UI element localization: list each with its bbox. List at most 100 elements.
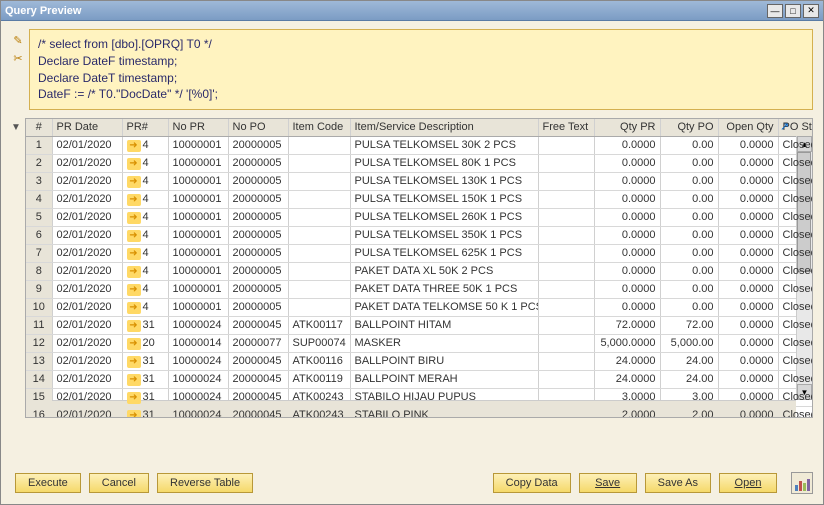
table-row[interactable]: 302/01/2020➜41000000120000005PULSA TELKO… bbox=[26, 172, 813, 190]
table-row[interactable]: 102/01/2020➜41000000120000005PULSA TELKO… bbox=[26, 136, 813, 154]
table-row[interactable]: 1102/01/2020➜311000002420000045ATK00117B… bbox=[26, 316, 813, 334]
tools-icon[interactable]: ✂ bbox=[11, 51, 25, 65]
row-num: 14 bbox=[26, 370, 52, 388]
cell-pr: ➜31 bbox=[122, 370, 168, 388]
cell-nopr: 10000014 bbox=[168, 334, 228, 352]
cell-qpo: 0.00 bbox=[660, 208, 718, 226]
cell-free bbox=[538, 136, 594, 154]
cell-pr: ➜4 bbox=[122, 244, 168, 262]
table-row[interactable]: 902/01/2020➜41000000120000005PAKET DATA … bbox=[26, 280, 813, 298]
link-arrow-icon[interactable]: ➜ bbox=[127, 284, 141, 296]
cell-free bbox=[538, 298, 594, 316]
link-arrow-icon[interactable]: ➜ bbox=[127, 374, 141, 386]
cell-qpr: 0.0000 bbox=[594, 154, 660, 172]
cell-item: ATK00116 bbox=[288, 352, 350, 370]
link-arrow-icon[interactable]: ➜ bbox=[127, 410, 141, 419]
cell-date: 02/01/2020 bbox=[52, 406, 122, 418]
link-arrow-icon[interactable]: ➜ bbox=[127, 320, 141, 332]
pencil-edit-icon[interactable]: ✎ bbox=[11, 33, 25, 47]
table-row[interactable]: 502/01/2020➜41000000120000005PULSA TELKO… bbox=[26, 208, 813, 226]
row-num: 10 bbox=[26, 298, 52, 316]
minimize-button[interactable]: — bbox=[767, 4, 783, 18]
save-button[interactable]: Save bbox=[579, 473, 637, 493]
table-row[interactable]: 402/01/2020➜41000000120000005PULSA TELKO… bbox=[26, 190, 813, 208]
col-nopo[interactable]: No PO bbox=[228, 119, 288, 136]
cell-open: 0.0000 bbox=[718, 154, 778, 172]
link-arrow-icon[interactable]: ➜ bbox=[127, 248, 141, 260]
cell-nopr: 10000001 bbox=[168, 208, 228, 226]
cell-nopo: 20000045 bbox=[228, 406, 288, 418]
col-item[interactable]: Item Code bbox=[288, 119, 350, 136]
link-arrow-icon[interactable]: ➜ bbox=[127, 158, 141, 170]
window-title: Query Preview bbox=[5, 5, 767, 17]
col-free[interactable]: Free Text bbox=[538, 119, 594, 136]
cell-nopr: 10000024 bbox=[168, 406, 228, 418]
cell-open: 0.0000 bbox=[718, 262, 778, 280]
cancel-button[interactable]: Cancel bbox=[89, 473, 149, 493]
link-arrow-icon[interactable]: ➜ bbox=[127, 194, 141, 206]
maximize-button[interactable]: □ bbox=[785, 4, 801, 18]
cell-item bbox=[288, 262, 350, 280]
col-qpo[interactable]: Qty PO bbox=[660, 119, 718, 136]
reverse-table-button[interactable]: Reverse Table bbox=[157, 473, 253, 493]
link-arrow-icon[interactable]: ➜ bbox=[127, 212, 141, 224]
cell-qpr: 5,000.0000 bbox=[594, 334, 660, 352]
cell-free bbox=[538, 154, 594, 172]
link-arrow-icon[interactable]: ➜ bbox=[127, 356, 141, 368]
cell-nopr: 10000001 bbox=[168, 154, 228, 172]
cell-pr: ➜4 bbox=[122, 226, 168, 244]
save-as-button[interactable]: Save As bbox=[645, 473, 711, 493]
col-nopr[interactable]: No PR bbox=[168, 119, 228, 136]
link-arrow-icon[interactable]: ➜ bbox=[127, 266, 141, 278]
cell-qpo: 2.00 bbox=[660, 406, 718, 418]
cell-nopr: 10000024 bbox=[168, 316, 228, 334]
col-open[interactable]: Open Qty bbox=[718, 119, 778, 136]
table-row[interactable]: 202/01/2020➜41000000120000005PULSA TELKO… bbox=[26, 154, 813, 172]
copy-data-button[interactable]: Copy Data bbox=[493, 473, 571, 493]
cell-free bbox=[538, 406, 594, 418]
cell-open: 0.0000 bbox=[718, 334, 778, 352]
cell-nopr: 10000001 bbox=[168, 244, 228, 262]
collapse-toggle-icon[interactable]: ▼ bbox=[11, 118, 23, 418]
table-row[interactable]: 1402/01/2020➜311000002420000045ATK00119B… bbox=[26, 370, 813, 388]
cell-free bbox=[538, 280, 594, 298]
expand-icon[interactable]: ↗ bbox=[780, 120, 794, 134]
col-desc[interactable]: Item/Service Description bbox=[350, 119, 538, 136]
cell-nopo: 20000005 bbox=[228, 262, 288, 280]
open-button[interactable]: Open bbox=[719, 473, 777, 493]
cell-status: Closed bbox=[778, 154, 813, 172]
cell-item: ATK00243 bbox=[288, 388, 350, 406]
table-row[interactable]: 1202/01/2020➜201000001420000077SUP00074M… bbox=[26, 334, 813, 352]
cell-date: 02/01/2020 bbox=[52, 154, 122, 172]
col-prnum[interactable]: PR# bbox=[122, 119, 168, 136]
table-row[interactable]: 1602/01/2020➜311000002420000045ATK00243S… bbox=[26, 406, 813, 418]
cell-nopo: 20000045 bbox=[228, 388, 288, 406]
cell-qpr: 0.0000 bbox=[594, 262, 660, 280]
cell-qpo: 0.00 bbox=[660, 154, 718, 172]
cell-item bbox=[288, 208, 350, 226]
table-row[interactable]: 1302/01/2020➜311000002420000045ATK00116B… bbox=[26, 352, 813, 370]
cell-qpr: 3.0000 bbox=[594, 388, 660, 406]
link-arrow-icon[interactable]: ➜ bbox=[127, 392, 141, 404]
link-arrow-icon[interactable]: ➜ bbox=[127, 230, 141, 242]
cell-nopo: 20000005 bbox=[228, 226, 288, 244]
cell-item bbox=[288, 226, 350, 244]
table-row[interactable]: 802/01/2020➜41000000120000005PAKET DATA … bbox=[26, 262, 813, 280]
table-row[interactable]: 1502/01/2020➜311000002420000045ATK00243S… bbox=[26, 388, 813, 406]
cell-open: 0.0000 bbox=[718, 388, 778, 406]
link-arrow-icon[interactable]: ➜ bbox=[127, 338, 141, 350]
sql-query-text[interactable]: /* select from [dbo].[OPRQ] T0 */ Declar… bbox=[29, 29, 813, 110]
table-row[interactable]: 702/01/2020➜41000000120000005PULSA TELKO… bbox=[26, 244, 813, 262]
chart-icon[interactable] bbox=[791, 472, 813, 494]
col-prdate[interactable]: PR Date bbox=[52, 119, 122, 136]
col-qpr[interactable]: Qty PR bbox=[594, 119, 660, 136]
link-arrow-icon[interactable]: ➜ bbox=[127, 176, 141, 188]
table-row[interactable]: 602/01/2020➜41000000120000005PULSA TELKO… bbox=[26, 226, 813, 244]
execute-button[interactable]: Execute bbox=[15, 473, 81, 493]
link-arrow-icon[interactable]: ➜ bbox=[127, 140, 141, 152]
close-button[interactable]: ✕ bbox=[803, 4, 819, 18]
link-arrow-icon[interactable]: ➜ bbox=[127, 302, 141, 314]
col-num[interactable]: # bbox=[26, 119, 52, 136]
cell-nopo: 20000005 bbox=[228, 172, 288, 190]
table-row[interactable]: 1002/01/2020➜41000000120000005PAKET DATA… bbox=[26, 298, 813, 316]
